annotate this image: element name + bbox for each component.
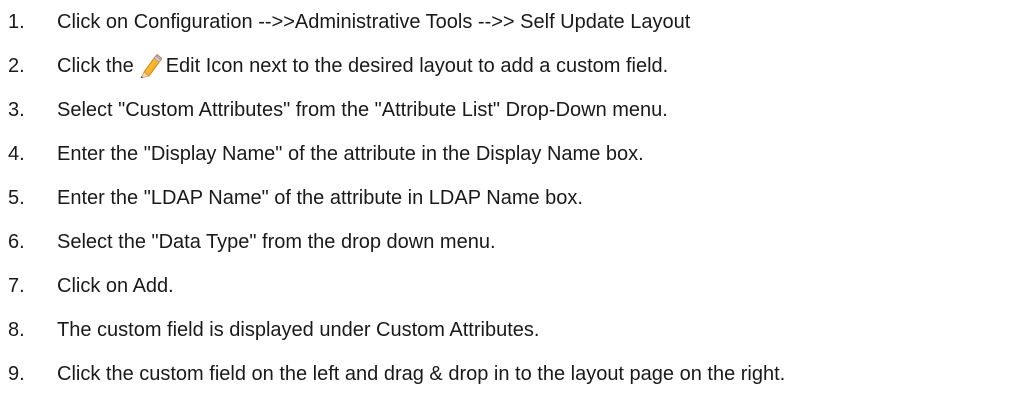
- step-8: 8. The custom field is displayed under C…: [0, 310, 539, 350]
- step-4: 4. Enter the "Display Name" of the attri…: [0, 134, 644, 174]
- step-text-before: Click the: [57, 55, 134, 77]
- step-text: Select the "Data Type" from the drop dow…: [57, 231, 496, 253]
- step-9: 9. Click the custom field on the left an…: [0, 354, 785, 394]
- step-text: Click the custom field on the left and d…: [57, 363, 786, 385]
- step-number: 7.: [8, 275, 25, 297]
- step-text: Click the Edit Icon next to the desired …: [57, 53, 669, 79]
- instruction-steps-list: 1. Click on Configuration -->>Administra…: [0, 0, 1031, 398]
- step-text: Enter the "Display Name" of the attribut…: [57, 143, 644, 165]
- step-number: 6.: [8, 231, 25, 253]
- step-text: Click on Add.: [57, 275, 174, 297]
- pencil-edit-icon: [138, 53, 163, 79]
- step-number: 4.: [8, 143, 25, 165]
- step-number: 8.: [8, 319, 25, 341]
- step-text: Enter the "LDAP Name" of the attribute i…: [57, 187, 583, 209]
- step-number: 5.: [8, 187, 25, 209]
- step-number: 9.: [8, 363, 25, 385]
- step-number: 1.: [8, 11, 25, 33]
- step-number: 2.: [8, 55, 25, 77]
- step-text: Click on Configuration -->>Administrativ…: [57, 11, 691, 33]
- step-1: 1. Click on Configuration -->>Administra…: [0, 2, 690, 42]
- step-3: 3. Select "Custom Attributes" from the "…: [0, 90, 668, 130]
- step-text: The custom field is displayed under Cust…: [57, 319, 540, 341]
- step-6: 6. Select the "Data Type" from the drop …: [0, 222, 496, 262]
- step-text-after: Edit Icon next to the desired layout to …: [165, 55, 669, 77]
- step-7: 7. Click on Add.: [0, 266, 174, 306]
- step-2: 2. Click the Edit Icon next to the desir…: [0, 46, 668, 86]
- step-5: 5. Enter the "LDAP Name" of the attribut…: [0, 178, 583, 218]
- step-number: 3.: [8, 99, 25, 121]
- step-text: Select "Custom Attributes" from the "Att…: [57, 99, 668, 121]
